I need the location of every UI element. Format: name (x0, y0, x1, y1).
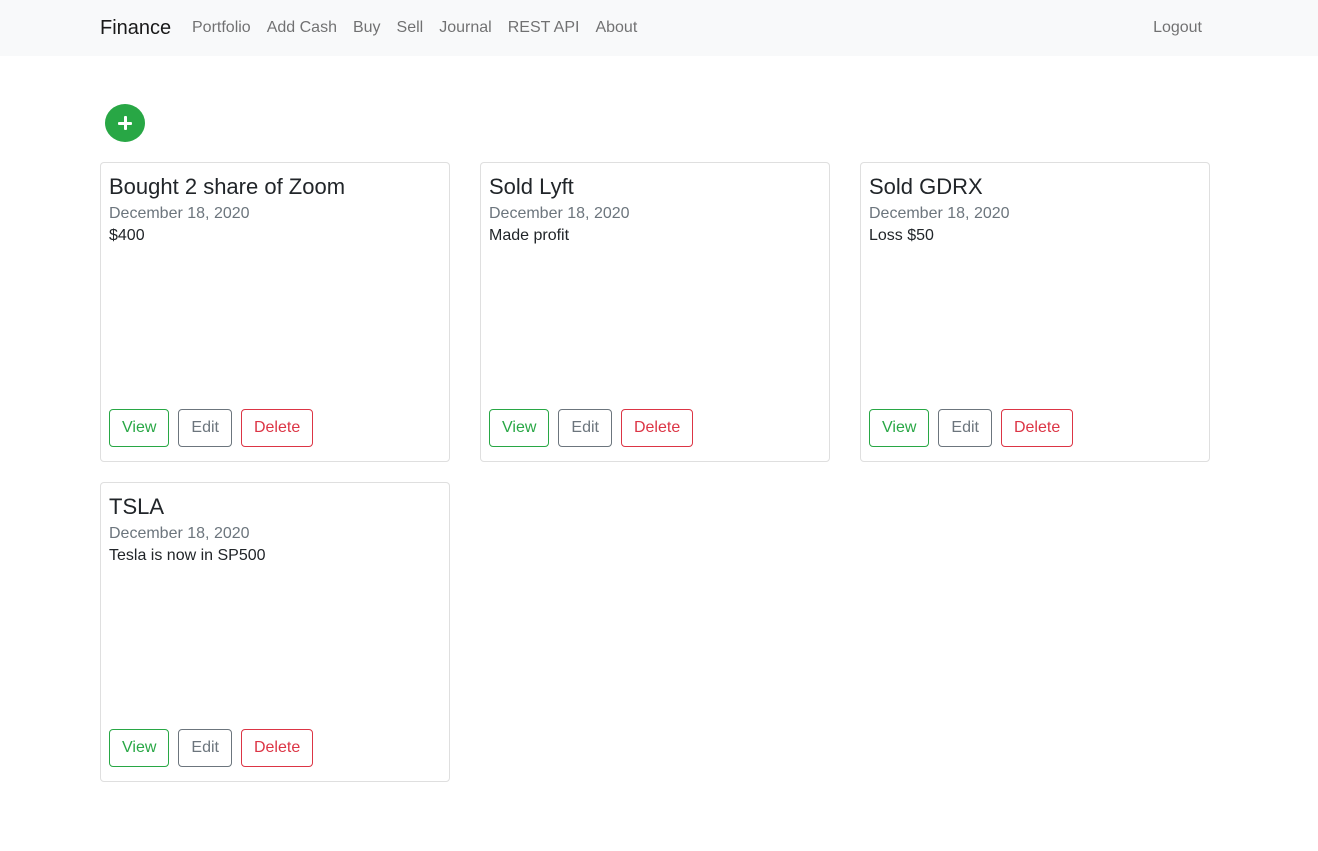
card-actions: View Edit Delete (869, 409, 1082, 447)
delete-button[interactable]: Delete (1000, 409, 1074, 447)
card-text: Loss $50 (869, 227, 934, 244)
view-button[interactable]: View (109, 409, 170, 447)
nav-link-portfolio[interactable]: Portfolio (192, 16, 251, 40)
nav-link-add-cash[interactable]: Add Cash (267, 16, 337, 40)
journal-card: Bought 2 share of Zoom December 18, 2020… (100, 162, 450, 462)
nav-link-rest-api[interactable]: REST API (508, 16, 580, 40)
delete-button[interactable]: Delete (240, 409, 314, 447)
card-text: Made profit (489, 227, 570, 244)
edit-button[interactable]: Edit (178, 729, 232, 767)
view-button[interactable]: View (109, 729, 170, 767)
navbar-brand[interactable]: Finance (100, 16, 171, 40)
card-title: Sold GDRX (869, 174, 983, 199)
card-title: Sold Lyft (489, 174, 574, 199)
card-title: Bought 2 share of Zoom (109, 174, 346, 199)
nav-link-about[interactable]: About (595, 16, 637, 40)
card-date: December 18, 2020 (489, 205, 630, 222)
view-button[interactable]: View (869, 409, 930, 447)
journal-card: Sold Lyft December 18, 2020 Made profit … (480, 162, 830, 462)
nav-links: Portfolio Add Cash Buy Sell Journal REST… (192, 0, 653, 56)
card-text: $400 (109, 227, 145, 244)
nav-link-sell[interactable]: Sell (397, 16, 424, 40)
card-actions: View Edit Delete (109, 729, 322, 767)
card-date: December 18, 2020 (109, 205, 250, 222)
nav-link-buy[interactable]: Buy (353, 16, 381, 40)
logout-link[interactable]: Logout (1153, 16, 1202, 40)
view-button[interactable]: View (489, 409, 550, 447)
card-title: TSLA (109, 494, 165, 519)
delete-button[interactable]: Delete (620, 409, 694, 447)
card-actions: View Edit Delete (109, 409, 322, 447)
edit-button[interactable]: Edit (938, 409, 992, 447)
card-date: December 18, 2020 (869, 205, 1010, 222)
delete-button[interactable]: Delete (240, 729, 314, 767)
journal-card: TSLA December 18, 2020 Tesla is now in S… (100, 482, 450, 782)
card-date: December 18, 2020 (109, 525, 250, 542)
journal-card: Sold GDRX December 18, 2020 Loss $50 Vie… (860, 162, 1210, 462)
card-actions: View Edit Delete (489, 409, 702, 447)
add-entry-button[interactable] (105, 104, 145, 142)
edit-button[interactable]: Edit (178, 409, 232, 447)
edit-button[interactable]: Edit (558, 409, 612, 447)
nav-link-journal[interactable]: Journal (439, 16, 491, 40)
card-text: Tesla is now in SP500 (109, 547, 266, 564)
navbar: Finance Portfolio Add Cash Buy Sell Jour… (0, 0, 1318, 56)
